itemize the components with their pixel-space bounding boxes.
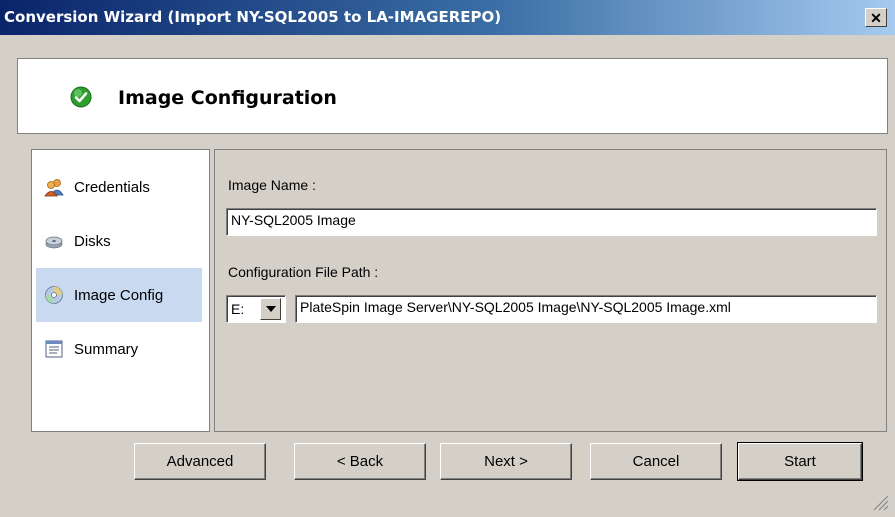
next-button-label: Next > <box>484 453 528 470</box>
close-icon: ✕ <box>870 9 882 26</box>
cancel-button-label: Cancel <box>632 453 680 470</box>
config-path-label: Configuration File Path : <box>228 264 379 280</box>
advanced-button[interactable]: Advanced <box>134 443 266 480</box>
back-button[interactable]: < Back <box>294 443 426 480</box>
start-button[interactable]: Start <box>737 442 863 481</box>
page-title: Image Configuration <box>118 87 337 109</box>
nav-item-image-config[interactable]: Image Config <box>36 268 202 322</box>
nav-item-label: Disks <box>74 232 111 250</box>
resize-grip-icon[interactable] <box>868 490 890 512</box>
config-path-input[interactable]: PlateSpin Image Server\NY-SQL2005 Image\… <box>295 295 877 323</box>
image-name-input[interactable]: NY-SQL2005 Image <box>226 208 877 236</box>
advanced-button-label: Advanced <box>166 453 234 470</box>
users-icon <box>44 177 64 197</box>
nav-item-label: Credentials <box>74 178 150 196</box>
nav-item-label: Summary <box>74 340 139 358</box>
summary-icon <box>44 339 64 359</box>
image-name-label: Image Name : <box>228 177 316 193</box>
config-path-value: PlateSpin Image Server\NY-SQL2005 Image\… <box>300 299 731 315</box>
start-button-label: Start <box>784 453 816 470</box>
back-button-label: < Back <box>336 453 384 470</box>
header-panel: Image Configuration <box>17 58 888 134</box>
cancel-button[interactable]: Cancel <box>590 443 722 480</box>
image-name-value: NY-SQL2005 Image <box>231 212 356 228</box>
nav-item-label: Image Config <box>74 286 164 304</box>
wizard-step-list: Credentials Disks Image Config Summary <box>31 149 210 432</box>
nav-item-summary[interactable]: Summary <box>36 322 202 376</box>
drive-select[interactable]: E: <box>226 295 286 323</box>
nav-item-disks[interactable]: Disks <box>36 214 202 268</box>
dropdown-arrow-button[interactable] <box>260 298 281 320</box>
check-circle-icon <box>70 86 92 108</box>
drive-value: E: <box>231 301 245 317</box>
title-bar[interactable]: Conversion Wizard (Import NY-SQL2005 to … <box>0 0 895 35</box>
chevron-down-icon <box>265 306 276 312</box>
window-title: Conversion Wizard (Import NY-SQL2005 to … <box>4 8 502 26</box>
nav-item-credentials[interactable]: Credentials <box>36 160 202 214</box>
cd-icon <box>44 285 64 305</box>
next-button[interactable]: Next > <box>440 443 572 480</box>
disk-icon <box>44 231 64 251</box>
close-button[interactable]: ✕ <box>865 8 887 27</box>
